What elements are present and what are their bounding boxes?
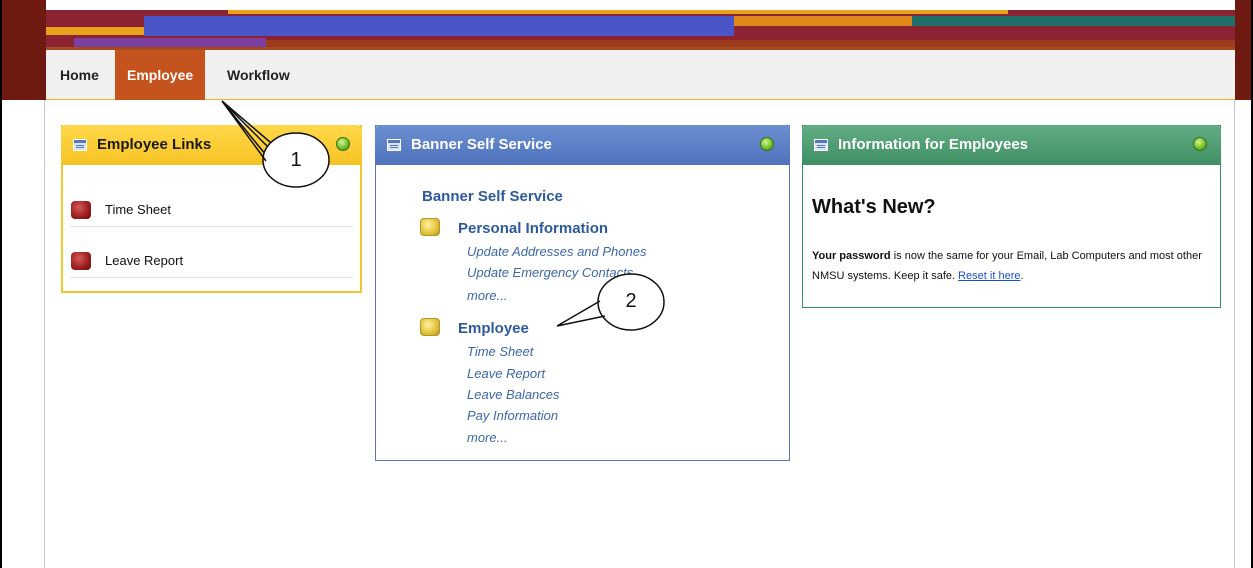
link-more-personal[interactable]: more... bbox=[467, 288, 507, 303]
yellow-square-icon bbox=[420, 218, 440, 236]
main-nav: Home Employee Workflow bbox=[46, 50, 1235, 100]
callout-number-1: 1 bbox=[290, 149, 302, 171]
portlet-window-icon bbox=[73, 139, 87, 151]
link-pay-information[interactable]: Pay Information bbox=[467, 408, 558, 423]
link-more-employee[interactable]: more... bbox=[467, 430, 507, 445]
section-title-link[interactable]: Personal Information bbox=[458, 220, 608, 237]
link-update-emergency[interactable]: Update Emergency Contacts bbox=[467, 265, 633, 280]
employee-link-label[interactable]: Time Sheet bbox=[105, 202, 171, 217]
portlet-status-icon[interactable] bbox=[336, 137, 350, 151]
employee-links-header: Employee Links bbox=[61, 125, 362, 165]
portlet-status-icon[interactable] bbox=[760, 137, 774, 151]
whats-new-body: Your password is now the same for your E… bbox=[812, 246, 1212, 286]
body-bold-text: Your password bbox=[812, 250, 891, 262]
portlet-window-icon bbox=[387, 139, 401, 151]
employee-links-title: Employee Links bbox=[97, 136, 212, 153]
portlet-window-icon bbox=[814, 139, 828, 151]
reset-password-link[interactable]: Reset it here bbox=[958, 270, 1020, 282]
red-square-icon bbox=[71, 252, 91, 270]
nav-tab-home[interactable]: Home bbox=[48, 50, 111, 100]
yellow-square-icon bbox=[420, 318, 440, 336]
nav-tab-employee[interactable]: Employee bbox=[115, 50, 206, 100]
nav-tab-workflow[interactable]: Workflow bbox=[215, 50, 302, 100]
header-side-right bbox=[1235, 0, 1251, 100]
header-banner bbox=[46, 0, 1235, 50]
whats-new-heading: What's New? bbox=[812, 196, 936, 218]
employee-link-time-sheet[interactable]: Time Sheet bbox=[71, 193, 354, 227]
info-for-employees-title: Information for Employees bbox=[838, 136, 1029, 153]
portlet-status-icon[interactable] bbox=[1193, 137, 1207, 151]
info-for-employees-portlet: Information for Employees What's New? Yo… bbox=[802, 125, 1221, 308]
link-leave-report[interactable]: Leave Report bbox=[467, 366, 545, 381]
content-border-right bbox=[1234, 100, 1235, 568]
employee-links-portlet: Employee Links Time Sheet Leave Report bbox=[61, 125, 362, 293]
content-border-left bbox=[44, 100, 45, 568]
banner-self-service-title: Banner Self Service bbox=[411, 136, 552, 153]
banner-self-service-portlet: Banner Self Service Banner Self Service … bbox=[375, 125, 790, 461]
header-side-left bbox=[2, 0, 46, 100]
employee-link-leave-report[interactable]: Leave Report bbox=[71, 244, 354, 278]
callout-number-2: 2 bbox=[625, 290, 637, 312]
link-update-addresses[interactable]: Update Addresses and Phones bbox=[467, 244, 646, 259]
link-time-sheet[interactable]: Time Sheet bbox=[467, 344, 533, 359]
info-for-employees-header: Information for Employees bbox=[802, 125, 1221, 165]
banner-self-service-header: Banner Self Service bbox=[375, 125, 790, 165]
employee-link-label[interactable]: Leave Report bbox=[105, 253, 183, 268]
body-end: . bbox=[1020, 270, 1024, 282]
link-leave-balances[interactable]: Leave Balances bbox=[467, 387, 560, 402]
banner-self-service-link[interactable]: Banner Self Service bbox=[422, 188, 563, 205]
red-square-icon bbox=[71, 201, 91, 219]
section-title-link[interactable]: Employee bbox=[458, 320, 529, 337]
